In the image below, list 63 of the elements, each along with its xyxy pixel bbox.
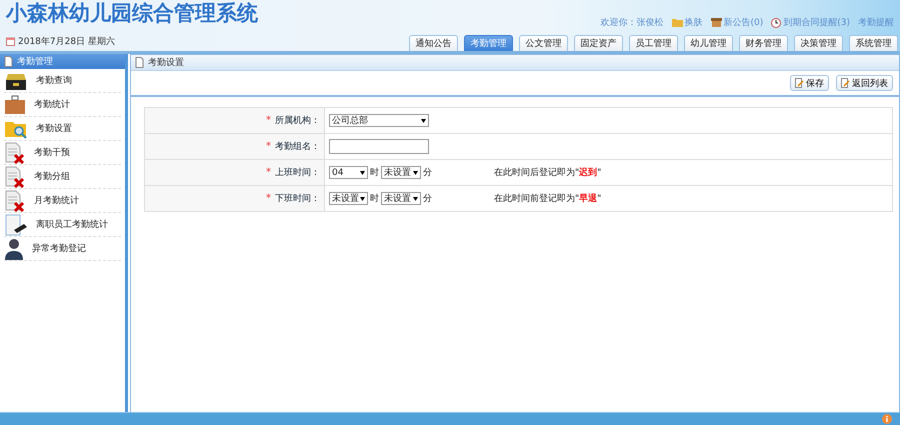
folder-icon: [672, 18, 682, 27]
nav-tab[interactable]: 决策管理: [794, 35, 843, 51]
minute-select[interactable]: 未设置: [381, 166, 421, 179]
sidebar-item[interactable]: 月考勤统计: [4, 189, 121, 213]
unit-text: 分: [423, 166, 432, 179]
app-title: 小森林幼儿园综合管理系统: [6, 0, 258, 26]
hour-select[interactable]: 未设置: [329, 192, 368, 205]
hint-text: 在此时间后登记即为"迟到": [494, 166, 602, 179]
sidebar-item[interactable]: 考勤统计: [4, 93, 121, 117]
caret-icon: [360, 196, 365, 200]
toolbar-button[interactable]: 返回列表: [836, 75, 893, 91]
required-mark: *: [266, 167, 271, 178]
clock-icon: [771, 18, 782, 28]
required-mark: *: [266, 193, 271, 204]
sidebar-item[interactable]: 考勤干预: [4, 141, 121, 165]
select-field[interactable]: 公司总部: [329, 114, 429, 127]
unit-text: 时: [370, 192, 379, 205]
edit-icon: [841, 78, 850, 88]
nav-tab[interactable]: 固定资产: [574, 35, 623, 51]
hint-text: 在此时间前登记即为"早退": [494, 192, 602, 205]
sidebar-item[interactable]: 异常考勤登记: [4, 237, 121, 261]
field-label: 所属机构：: [275, 114, 320, 127]
edit-icon: [795, 78, 804, 88]
hour-select[interactable]: 04: [329, 166, 368, 179]
required-mark: *: [266, 141, 271, 152]
sidebar-title-text: 考勤管理: [17, 56, 53, 68]
board-icon: [710, 18, 722, 27]
nav-tab[interactable]: 系统管理: [849, 35, 898, 51]
field-label: 上班时间：: [275, 166, 320, 179]
nav-tab[interactable]: 财务管理: [739, 35, 788, 51]
toolbar-button[interactable]: 保存: [790, 75, 829, 91]
caret-icon: [360, 170, 365, 174]
caret-icon: [413, 196, 418, 200]
unit-text: 分: [423, 192, 432, 205]
document-delete-icon: [4, 142, 26, 164]
info-icon: [882, 414, 892, 424]
welcome-text: 欢迎你：张俊松: [600, 16, 664, 29]
sidebar-item[interactable]: 考勤设置: [4, 117, 121, 141]
document-icon: [4, 56, 13, 67]
nav-tab[interactable]: 员工管理: [629, 35, 678, 51]
sidebar-item[interactable]: 离职员工考勤统计: [4, 213, 121, 237]
document-pen-icon: [4, 214, 28, 236]
calendar-icon: [6, 37, 15, 46]
required-mark: *: [266, 115, 271, 126]
field-label: 下班时间：: [275, 192, 320, 205]
caret-icon: [421, 118, 426, 122]
briefcase-icon: [4, 94, 26, 114]
panel-title-text: 考勤设置: [148, 56, 184, 69]
input-field[interactable]: [329, 139, 429, 154]
nav-tab[interactable]: 通知公告: [409, 35, 458, 51]
date-text: 2018年7月28日 星期六: [6, 35, 258, 48]
sidebar-item[interactable]: 考勤查询: [4, 69, 121, 93]
caret-icon: [413, 170, 418, 174]
nav-tab[interactable]: 幼儿管理: [684, 35, 733, 51]
document-delete-icon: [4, 166, 26, 188]
sidebar-item[interactable]: 考勤分组: [4, 165, 121, 189]
minute-select[interactable]: 未设置: [381, 192, 421, 205]
field-label: 考勤组名：: [275, 140, 320, 153]
nav-tab[interactable]: 公文管理: [519, 35, 568, 51]
person-icon: [4, 238, 24, 260]
unit-text: 时: [370, 166, 379, 179]
document-delete-icon: [4, 190, 26, 212]
document-icon: [135, 57, 144, 68]
